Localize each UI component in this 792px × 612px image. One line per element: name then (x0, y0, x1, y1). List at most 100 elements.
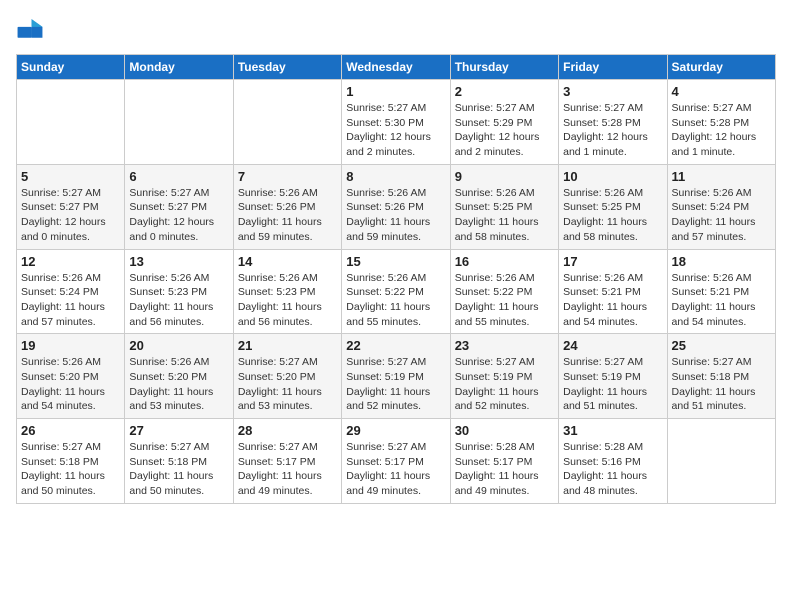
day-number: 6 (129, 169, 228, 184)
calendar-cell: 2Sunrise: 5:27 AM Sunset: 5:29 PM Daylig… (450, 80, 558, 165)
calendar-cell: 16Sunrise: 5:26 AM Sunset: 5:22 PM Dayli… (450, 249, 558, 334)
day-info: Sunrise: 5:26 AM Sunset: 5:23 PM Dayligh… (129, 271, 228, 330)
day-info: Sunrise: 5:27 AM Sunset: 5:28 PM Dayligh… (672, 101, 771, 160)
day-info: Sunrise: 5:28 AM Sunset: 5:16 PM Dayligh… (563, 440, 662, 499)
day-info: Sunrise: 5:26 AM Sunset: 5:24 PM Dayligh… (672, 186, 771, 245)
calendar-header: SundayMondayTuesdayWednesdayThursdayFrid… (17, 55, 776, 80)
day-number: 4 (672, 84, 771, 99)
day-info: Sunrise: 5:27 AM Sunset: 5:27 PM Dayligh… (21, 186, 120, 245)
weekday-header-monday: Monday (125, 55, 233, 80)
calendar-cell: 4 Sunrise: 5:27 AM Sunset: 5:28 PM Daylig… (667, 80, 775, 165)
day-number: 9 (455, 169, 554, 184)
day-info: Sunrise: 5:26 AM Sunset: 5:22 PM Dayligh… (346, 271, 445, 330)
calendar-cell: 18Sunrise: 5:26 AM Sunset: 5:21 PM Dayli… (667, 249, 775, 334)
day-info: Sunrise: 5:27 AM Sunset: 5:19 PM Dayligh… (563, 355, 662, 414)
weekday-header-wednesday: Wednesday (342, 55, 450, 80)
day-number: 19 (21, 338, 120, 353)
day-info: Sunrise: 5:26 AM Sunset: 5:23 PM Dayligh… (238, 271, 337, 330)
calendar-cell: 9 Sunrise: 5:26 AM Sunset: 5:25 PM Daylig… (450, 164, 558, 249)
day-info: Sunrise: 5:27 AM Sunset: 5:19 PM Dayligh… (346, 355, 445, 414)
day-info: Sunrise: 5:28 AM Sunset: 5:17 PM Dayligh… (455, 440, 554, 499)
day-info: Sunrise: 5:26 AM Sunset: 5:20 PM Dayligh… (129, 355, 228, 414)
calendar-cell: 12 Sunrise: 5:26 AM Sunset: 5:24 PM Dayli… (17, 249, 125, 334)
day-number: 1 (346, 84, 445, 99)
day-number: 3 (563, 84, 662, 99)
calendar-cell: 11 Sunrise: 5:26 AM Sunset: 5:24 PM Dayli… (667, 164, 775, 249)
day-info: Sunrise: 5:26 AM Sunset: 5:24 PM Dayligh… (21, 271, 120, 330)
day-info: Sunrise: 5:27 AM Sunset: 5:18 PM Dayligh… (21, 440, 120, 499)
calendar-week-3: 12 Sunrise: 5:26 AM Sunset: 5:24 PM Dayli… (17, 249, 776, 334)
page-header (16, 16, 776, 44)
weekday-header-saturday: Saturday (667, 55, 775, 80)
day-number: 12 (21, 254, 120, 269)
weekday-header-sunday: Sunday (17, 55, 125, 80)
day-number: 8 (346, 169, 445, 184)
calendar-table: SundayMondayTuesdayWednesdayThursdayFrid… (16, 54, 776, 504)
calendar-week-1: 1 Sunrise: 5:27 AM Sunset: 5:30 PM Daylig… (17, 80, 776, 165)
calendar-cell (17, 80, 125, 165)
day-number: 5 (21, 169, 120, 184)
day-info: Sunrise: 5:27 AM Sunset: 5:30 PM Dayligh… (346, 101, 445, 160)
calendar-cell: 28 Sunrise: 5:27 AM Sunset: 5:17 PM Dayli… (233, 419, 341, 504)
day-number: 15 (346, 254, 445, 269)
calendar-cell: 19Sunrise: 5:26 AM Sunset: 5:20 PM Dayli… (17, 334, 125, 419)
day-number: 24 (563, 338, 662, 353)
calendar-week-4: 19 Sunrise: 5:26 AM Sunset: 5:20 PM Dayli… (17, 334, 776, 419)
calendar-cell: 3 Sunrise: 5:27 AM Sunset: 5:28 PM Daylig… (559, 80, 667, 165)
calendar-cell: 25Sunrise: 5:27 AM Sunset: 5:18 PM Dayli… (667, 334, 775, 419)
day-info: Sunrise: 5:26 AM Sunset: 5:21 PM Dayligh… (672, 271, 771, 330)
day-number: 20 (129, 338, 228, 353)
day-number: 22 (346, 338, 445, 353)
day-info: Sunrise: 5:27 AM Sunset: 5:29 PM Dayligh… (455, 101, 554, 160)
calendar-cell: 15 Sunrise: 5:26 AM Sunset: 5:22 PM Dayli… (342, 249, 450, 334)
day-info: Sunrise: 5:26 AM Sunset: 5:21 PM Dayligh… (563, 271, 662, 330)
day-info: Sunrise: 5:26 AM Sunset: 5:25 PM Dayligh… (563, 186, 662, 245)
day-number: 10 (563, 169, 662, 184)
day-number: 7 (238, 169, 337, 184)
day-info: Sunrise: 5:27 AM Sunset: 5:20 PM Dayligh… (238, 355, 337, 414)
calendar-week-2: 5 Sunrise: 5:27 AM Sunset: 5:27 PM Daylig… (17, 164, 776, 249)
day-number: 14 (238, 254, 337, 269)
calendar-cell: 23Sunrise: 5:27 AM Sunset: 5:19 PM Dayli… (450, 334, 558, 419)
calendar-cell: 24 Sunrise: 5:27 AM Sunset: 5:19 PM Dayli… (559, 334, 667, 419)
calendar-cell: 27 Sunrise: 5:27 AM Sunset: 5:18 PM Dayli… (125, 419, 233, 504)
calendar-cell: 5 Sunrise: 5:27 AM Sunset: 5:27 PM Daylig… (17, 164, 125, 249)
calendar-cell: 7 Sunrise: 5:26 AM Sunset: 5:26 PM Daylig… (233, 164, 341, 249)
day-number: 23 (455, 338, 554, 353)
day-number: 27 (129, 423, 228, 438)
weekday-header-thursday: Thursday (450, 55, 558, 80)
calendar-cell: 29 Sunrise: 5:27 AM Sunset: 5:17 PM Dayli… (342, 419, 450, 504)
calendar-cell: 30 Sunrise: 5:28 AM Sunset: 5:17 PM Dayli… (450, 419, 558, 504)
day-info: Sunrise: 5:26 AM Sunset: 5:26 PM Dayligh… (238, 186, 337, 245)
calendar-cell: 21 Sunrise: 5:27 AM Sunset: 5:20 PM Dayli… (233, 334, 341, 419)
day-info: Sunrise: 5:26 AM Sunset: 5:22 PM Dayligh… (455, 271, 554, 330)
logo-icon (16, 16, 44, 44)
day-info: Sunrise: 5:27 AM Sunset: 5:18 PM Dayligh… (129, 440, 228, 499)
calendar-cell: 13Sunrise: 5:26 AM Sunset: 5:23 PM Dayli… (125, 249, 233, 334)
day-number: 25 (672, 338, 771, 353)
day-info: Sunrise: 5:27 AM Sunset: 5:27 PM Dayligh… (129, 186, 228, 245)
day-number: 30 (455, 423, 554, 438)
day-info: Sunrise: 5:27 AM Sunset: 5:17 PM Dayligh… (238, 440, 337, 499)
calendar-cell: 17Sunrise: 5:26 AM Sunset: 5:21 PM Dayli… (559, 249, 667, 334)
calendar-week-5: 26 Sunrise: 5:27 AM Sunset: 5:18 PM Dayli… (17, 419, 776, 504)
day-info: Sunrise: 5:27 AM Sunset: 5:28 PM Dayligh… (563, 101, 662, 160)
day-number: 11 (672, 169, 771, 184)
calendar-cell: 10 Sunrise: 5:26 AM Sunset: 5:25 PM Dayli… (559, 164, 667, 249)
day-number: 21 (238, 338, 337, 353)
calendar-cell (233, 80, 341, 165)
day-number: 28 (238, 423, 337, 438)
calendar-cell (125, 80, 233, 165)
calendar-cell (667, 419, 775, 504)
calendar-body: 1 Sunrise: 5:27 AM Sunset: 5:30 PM Daylig… (17, 80, 776, 504)
day-number: 29 (346, 423, 445, 438)
day-info: Sunrise: 5:26 AM Sunset: 5:25 PM Dayligh… (455, 186, 554, 245)
day-info: Sunrise: 5:27 AM Sunset: 5:17 PM Dayligh… (346, 440, 445, 499)
calendar-cell: 14 Sunrise: 5:26 AM Sunset: 5:23 PM Dayli… (233, 249, 341, 334)
calendar-cell: 6 Sunrise: 5:27 AM Sunset: 5:27 PM Daylig… (125, 164, 233, 249)
calendar-cell: 20 Sunrise: 5:26 AM Sunset: 5:20 PM Dayli… (125, 334, 233, 419)
day-info: Sunrise: 5:26 AM Sunset: 5:26 PM Dayligh… (346, 186, 445, 245)
weekday-header-tuesday: Tuesday (233, 55, 341, 80)
weekday-header-friday: Friday (559, 55, 667, 80)
day-number: 26 (21, 423, 120, 438)
